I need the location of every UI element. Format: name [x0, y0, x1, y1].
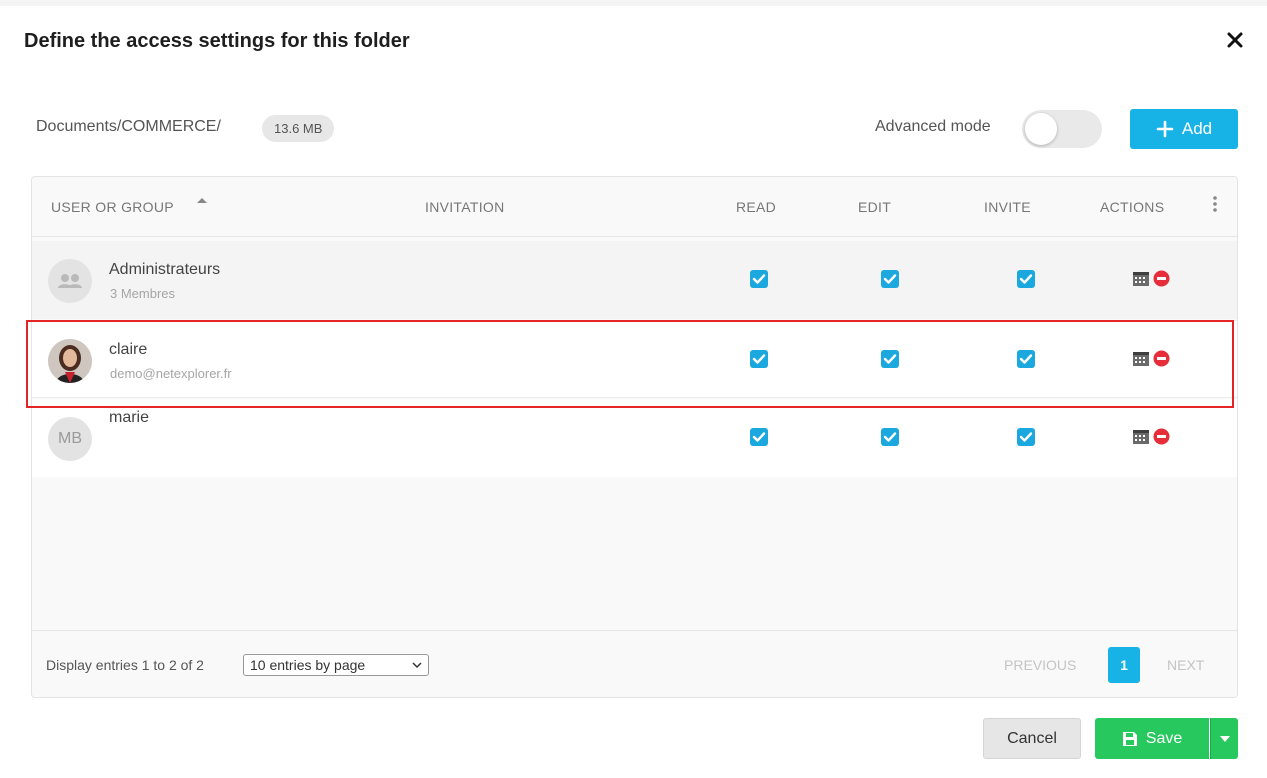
caret-down-icon: [1219, 735, 1230, 742]
sort-ascending-icon[interactable]: [195, 195, 209, 205]
close-icon[interactable]: [1223, 28, 1247, 52]
invite-checkbox[interactable]: [1017, 270, 1035, 288]
group-icon: [58, 274, 82, 288]
page-button-current[interactable]: 1: [1108, 647, 1140, 683]
user-name: Administrateurs: [109, 261, 221, 278]
remove-icon[interactable]: [1153, 428, 1170, 445]
table-row[interactable]: claire demo@netexplorer.fr: [32, 320, 1237, 398]
table-empty-area: [32, 477, 1237, 630]
invite-checkbox[interactable]: [1017, 350, 1035, 368]
read-checkbox[interactable]: [750, 350, 768, 368]
column-invitation: INVITATION: [425, 199, 505, 215]
previous-page-button[interactable]: PREVIOUS: [1004, 657, 1076, 673]
remove-icon[interactable]: [1153, 350, 1170, 367]
advanced-mode-toggle[interactable]: [1022, 110, 1102, 148]
entries-info: Display entries 1 to 2 of 2: [46, 657, 204, 673]
remove-icon[interactable]: [1153, 270, 1170, 287]
top-strip: [0, 0, 1267, 6]
chevron-down-icon: [412, 662, 422, 669]
user-subtitle: 3 Membres: [110, 286, 176, 301]
table-footer: Display entries 1 to 2 of 2 10 entries b…: [32, 630, 1237, 697]
group-avatar: [48, 259, 92, 303]
save-button-label: Save: [1145, 729, 1183, 747]
entries-per-page-select[interactable]: 10 entries by page: [243, 654, 429, 676]
save-icon: [1122, 731, 1137, 746]
read-checkbox[interactable]: [750, 428, 768, 446]
column-actions: ACTIONS: [1100, 199, 1165, 215]
add-button-label: Add: [1181, 119, 1213, 138]
calendar-icon[interactable]: [1132, 349, 1150, 367]
advanced-mode-label: Advanced mode: [875, 118, 991, 135]
edit-checkbox[interactable]: [881, 350, 899, 368]
calendar-icon[interactable]: [1132, 427, 1150, 445]
avatar-initials: MB: [58, 430, 82, 447]
user-name: marie: [109, 409, 150, 426]
save-button[interactable]: Save: [1095, 718, 1209, 759]
next-page-button[interactable]: NEXT: [1167, 657, 1204, 673]
column-invite: INVITE: [984, 199, 1031, 215]
column-read: READ: [736, 199, 777, 215]
user-photo-icon: [48, 339, 92, 383]
edit-checkbox[interactable]: [881, 270, 899, 288]
calendar-icon[interactable]: [1132, 269, 1150, 287]
table-row[interactable]: Administrateurs 3 Membres: [32, 241, 1237, 319]
table-header: USER OR GROUP INVITATION READ EDIT INVIT…: [32, 177, 1237, 237]
column-menu-icon[interactable]: [1210, 194, 1220, 214]
read-checkbox[interactable]: [750, 270, 768, 288]
save-options-dropdown[interactable]: [1210, 718, 1238, 759]
invite-checkbox[interactable]: [1017, 428, 1035, 446]
folder-size-badge: 13.6 MB: [262, 115, 335, 142]
plus-icon: [1156, 120, 1174, 138]
add-button[interactable]: Add: [1130, 109, 1238, 149]
folder-path: Documents/COMMERCE/: [36, 118, 221, 135]
access-table: USER OR GROUP INVITATION READ EDIT INVIT…: [31, 176, 1238, 698]
column-user-or-group[interactable]: USER OR GROUP: [51, 199, 174, 215]
edit-checkbox[interactable]: [881, 428, 899, 446]
toggle-knob: [1025, 113, 1057, 145]
user-email: demo@netexplorer.fr: [110, 366, 232, 381]
user-avatar: [48, 339, 92, 383]
dialog-title: Define the access settings for this fold…: [24, 30, 410, 52]
cancel-button[interactable]: Cancel: [983, 718, 1081, 759]
column-edit: EDIT: [858, 199, 892, 215]
user-avatar: MB: [48, 417, 92, 461]
table-row[interactable]: MB marie: [32, 399, 1237, 477]
user-name: claire: [109, 341, 148, 358]
entries-per-page-value: 10 entries by page: [250, 657, 366, 673]
